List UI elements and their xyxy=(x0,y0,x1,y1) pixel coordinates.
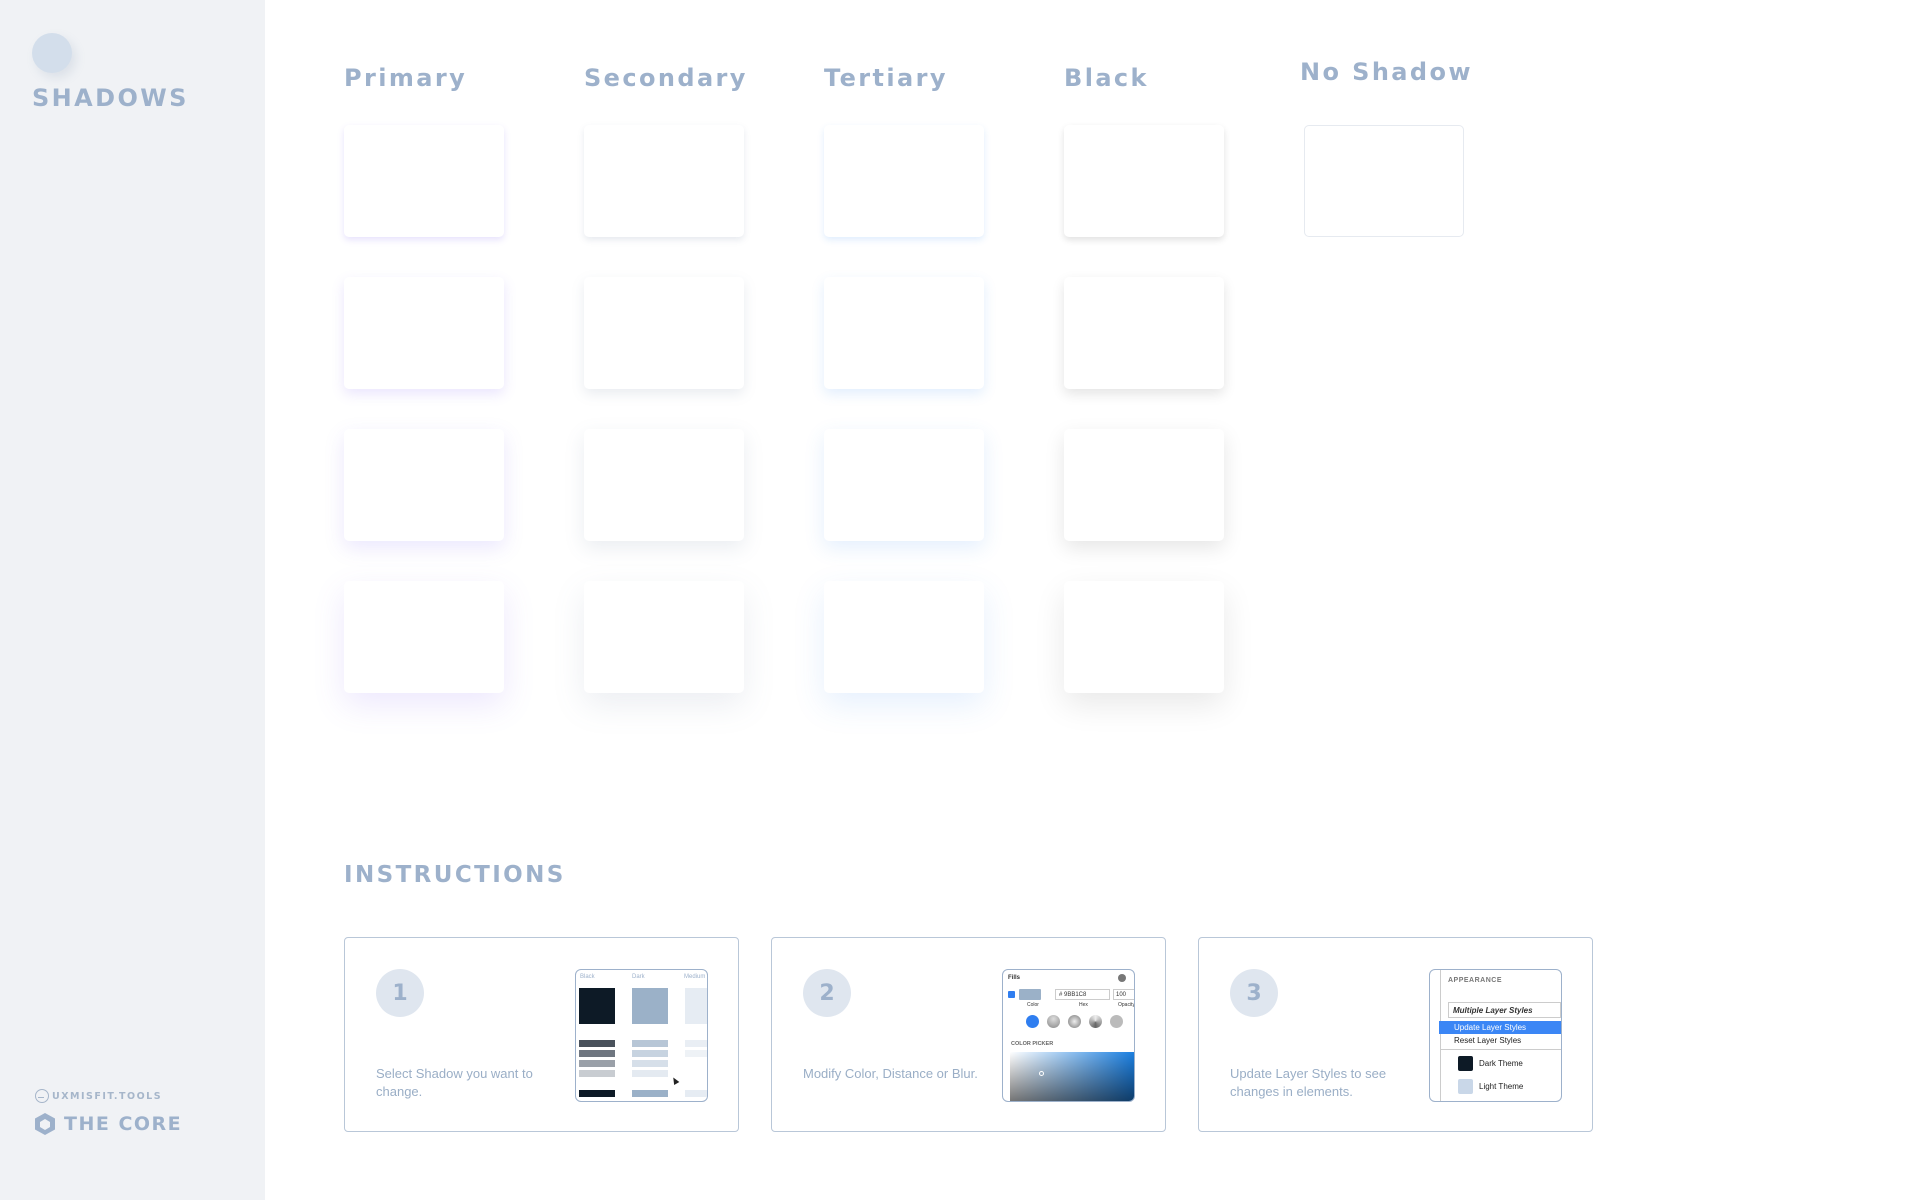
step-screenshot-fill-picker: Fills # 9BB1C8 100 Color Hex Opacity COL… xyxy=(1002,969,1135,1102)
hexagon-logo-icon xyxy=(35,1113,55,1135)
shadow-card-tertiary-1[interactable] xyxy=(824,125,984,237)
instruction-step-1: 1 Select Shadow you want to change. Blac… xyxy=(344,937,739,1132)
column-title-no-shadow: No Shadow xyxy=(1300,58,1473,86)
opacity-field: 100 xyxy=(1113,989,1134,1000)
column-title-tertiary: Tertiary xyxy=(824,64,948,92)
shadow-card-primary-1[interactable] xyxy=(344,125,504,237)
shadow-card-secondary-4[interactable] xyxy=(584,581,744,693)
fills-label: Fills xyxy=(1008,975,1021,981)
shadow-sample-dot xyxy=(32,33,72,73)
swatch-bar xyxy=(632,1070,668,1077)
step-number: 1 xyxy=(376,969,424,1017)
step-number: 2 xyxy=(803,969,851,1017)
light-theme-label: Light Theme xyxy=(1479,1082,1524,1091)
color-swatch xyxy=(1019,989,1041,1000)
brand-small-label: UXMISFIT.TOOLS xyxy=(52,1090,163,1102)
sidebar-title: SHADOWS xyxy=(32,84,189,112)
color-picker-label: COLOR PICKER xyxy=(1011,1041,1054,1047)
shadow-card-black-2[interactable] xyxy=(1064,277,1224,389)
linear-gradient-icon xyxy=(1047,1015,1060,1028)
shadow-card-secondary-1[interactable] xyxy=(584,125,744,237)
opacity-sublabel: Opacity xyxy=(1118,1002,1135,1008)
swatch-bar xyxy=(632,1050,668,1057)
radial-gradient-icon xyxy=(1068,1015,1081,1028)
brand-main-label: THE CORE xyxy=(64,1113,183,1135)
gear-icon xyxy=(1118,974,1126,982)
cursor-icon xyxy=(670,1075,680,1086)
swatch-bar xyxy=(632,1090,668,1097)
swatch-bar xyxy=(632,1060,668,1067)
checkbox-icon xyxy=(1008,991,1015,998)
angular-gradient-icon xyxy=(1089,1015,1102,1028)
medium-swatch xyxy=(685,988,707,1024)
step-description: Modify Color, Distance or Blur. xyxy=(803,1066,978,1081)
swatch-bar xyxy=(685,1090,707,1097)
shadow-card-secondary-2[interactable] xyxy=(584,277,744,389)
shadow-card-tertiary-2[interactable] xyxy=(824,277,984,389)
color-sublabel: Color xyxy=(1027,1002,1039,1008)
swatch-bar xyxy=(685,1050,707,1057)
light-theme-item: Light Theme xyxy=(1458,1079,1523,1094)
step-description: Select Shadow you want to change. xyxy=(376,1066,533,1099)
hex-field: # 9BB1C8 xyxy=(1055,989,1110,1000)
step-screenshot-layer-styles: APPEARANCE Multiple Layer Styles Update … xyxy=(1429,969,1562,1102)
brand-main: THE CORE xyxy=(34,1112,182,1136)
dark-theme-item: Dark Theme xyxy=(1458,1056,1523,1071)
swatch-bar xyxy=(685,1040,707,1047)
dark-theme-swatch xyxy=(1458,1056,1473,1071)
swatch-bar xyxy=(632,1040,668,1047)
black-swatch xyxy=(579,988,615,1024)
shadow-card-primary-4[interactable] xyxy=(344,581,504,693)
shadow-card-secondary-3[interactable] xyxy=(584,429,744,541)
solid-fill-icon xyxy=(1026,1015,1039,1028)
update-layer-styles-item: Update Layer Styles xyxy=(1439,1021,1561,1034)
picker-handle-icon xyxy=(1039,1071,1044,1076)
instruction-step-2: 2 Modify Color, Distance or Blur. Fills … xyxy=(771,937,1166,1132)
appearance-header: APPEARANCE xyxy=(1448,977,1503,984)
multiple-layer-styles-field: Multiple Layer Styles xyxy=(1448,1002,1561,1018)
hex-sublabel: Hex xyxy=(1079,1002,1088,1008)
shadow-card-tertiary-4[interactable] xyxy=(824,581,984,693)
step-number: 3 xyxy=(1230,969,1278,1017)
dark-theme-label: Dark Theme xyxy=(1479,1059,1523,1068)
shadow-card-black-3[interactable] xyxy=(1064,429,1224,541)
menu-separator xyxy=(1440,1049,1561,1050)
brand-small: UXMISFIT.TOOLS xyxy=(35,1089,162,1103)
shadow-card-tertiary-3[interactable] xyxy=(824,429,984,541)
instruction-step-3: 3 Update Layer Styles to see changes in … xyxy=(1198,937,1593,1132)
swatch-bar xyxy=(579,1040,615,1047)
light-theme-swatch xyxy=(1458,1079,1473,1094)
color-gradient-field xyxy=(1010,1052,1134,1101)
swatch-column-label: Medium xyxy=(684,974,706,980)
shadow-card-primary-2[interactable] xyxy=(344,277,504,389)
swatch-bar xyxy=(579,1050,615,1057)
column-title-primary: Primary xyxy=(344,64,468,92)
swatch-bar xyxy=(579,1070,615,1077)
swatch-column-label: Black xyxy=(580,974,595,980)
swatch-bar xyxy=(579,1090,615,1097)
step-description: Update Layer Styles to see changes in el… xyxy=(1230,1066,1387,1099)
swatch-bar xyxy=(579,1060,615,1067)
reset-layer-styles-item: Reset Layer Styles xyxy=(1454,1036,1522,1045)
shadow-card-primary-3[interactable] xyxy=(344,429,504,541)
uxmisfit-logo-icon xyxy=(35,1089,49,1103)
sidebar: SHADOWS UXMISFIT.TOOLS THE CORE xyxy=(0,0,265,1200)
instructions-title: INSTRUCTIONS xyxy=(344,862,566,888)
shadow-card-black-4[interactable] xyxy=(1064,581,1224,693)
pattern-fill-icon xyxy=(1110,1015,1123,1028)
shadow-card-none[interactable] xyxy=(1304,125,1464,237)
column-title-secondary: Secondary xyxy=(584,64,748,92)
dark-swatch xyxy=(632,988,668,1024)
step-screenshot-shadow-swatches: Black Dark Medium xyxy=(575,969,708,1102)
swatch-column-label: Dark xyxy=(632,974,645,980)
column-title-black: Black xyxy=(1064,64,1149,92)
shadow-card-black-1[interactable] xyxy=(1064,125,1224,237)
